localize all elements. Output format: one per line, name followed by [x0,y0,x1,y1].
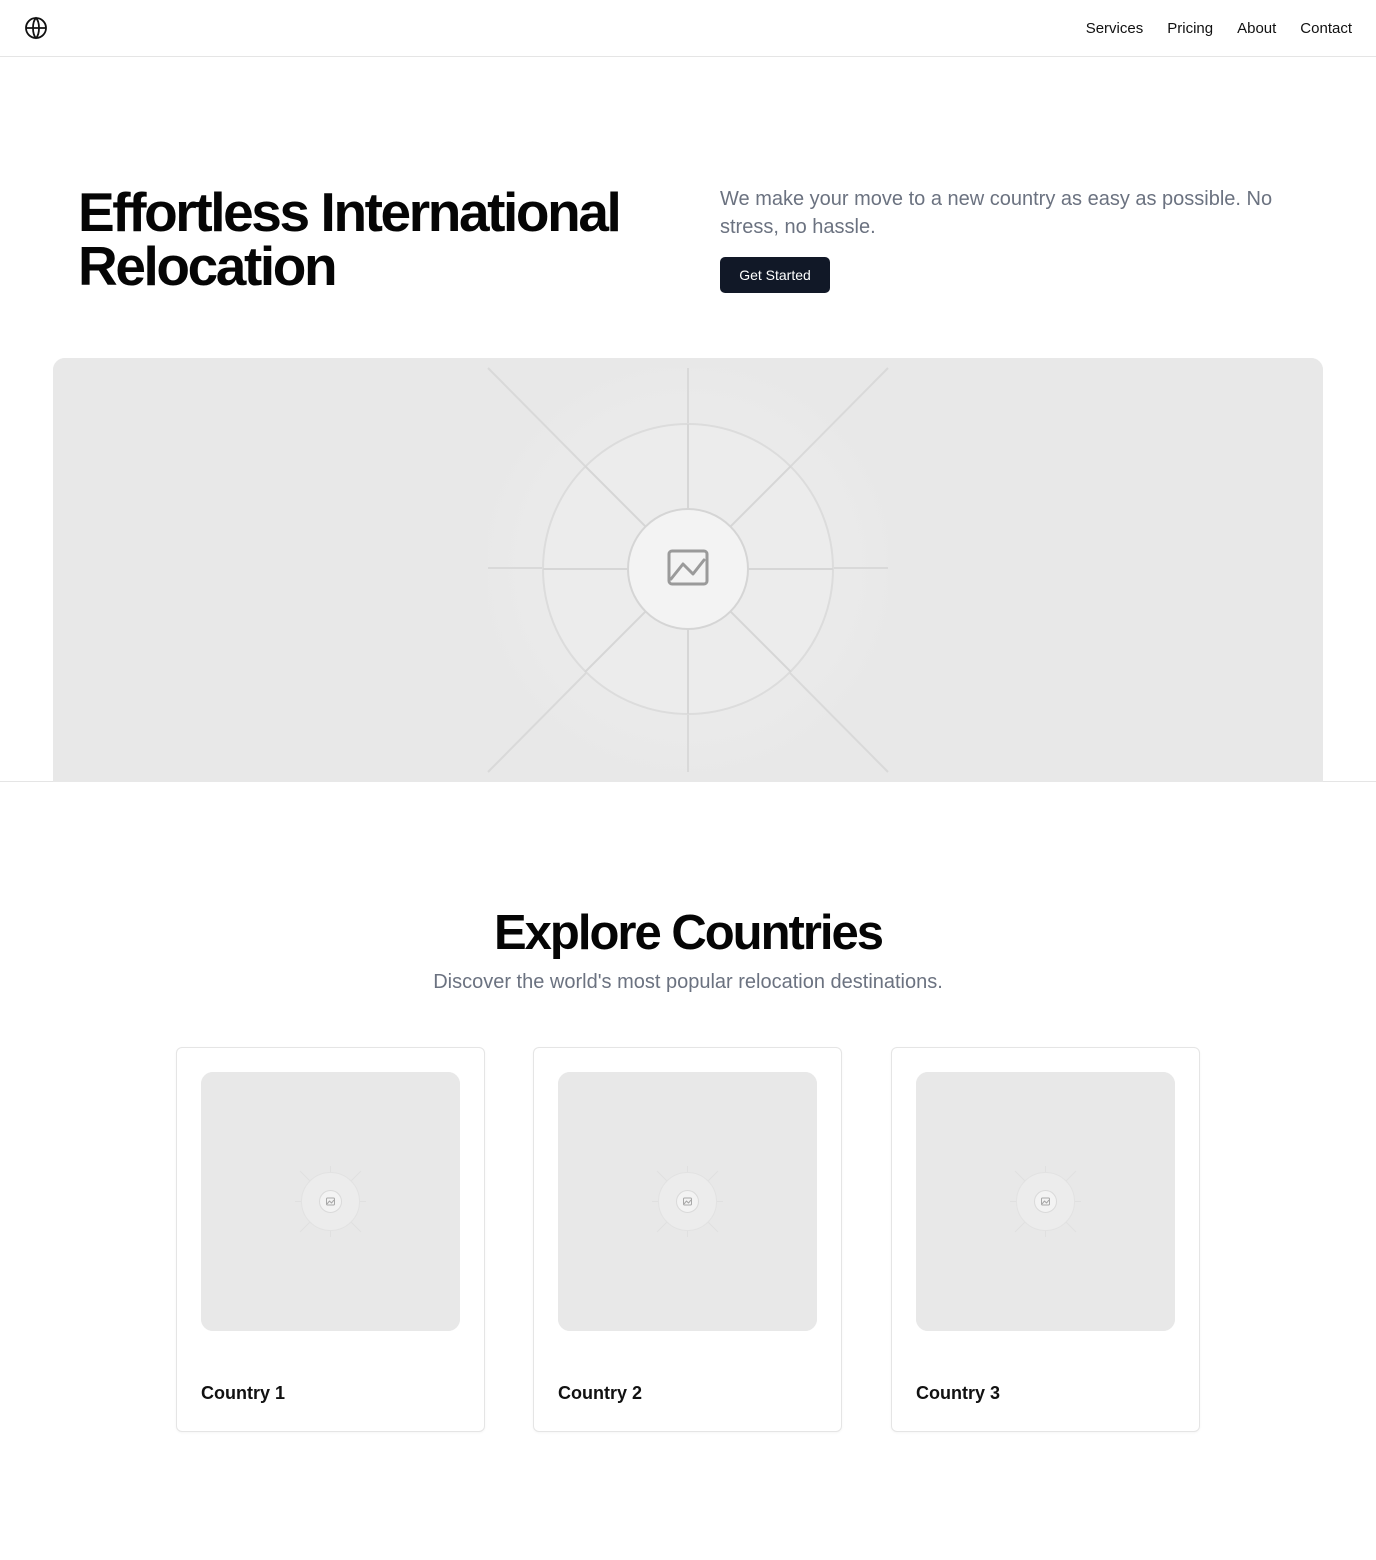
card-image-placeholder [201,1072,460,1331]
card-image-placeholder [916,1072,1175,1331]
card-title: Country 2 [558,1383,643,1403]
image-placeholder-icon [201,1072,460,1331]
card-title: Country 1 [201,1383,286,1403]
nav-services-link[interactable]: Services [1086,20,1144,37]
country-card[interactable]: Country 3 [891,1047,1200,1432]
globe-icon[interactable] [24,16,48,40]
country-card[interactable]: Country 1 [176,1047,485,1432]
hero-subtitle: We make your move to a new country as ea… [720,188,1273,238]
hero-title: Effortless International Relocation [78,181,622,297]
image-placeholder-icon [53,358,1323,782]
nav-pricing-link[interactable]: Pricing [1167,20,1213,37]
card-image-placeholder [558,1072,817,1331]
image-placeholder-icon [916,1072,1175,1331]
nav-about-link[interactable]: About [1237,20,1276,37]
card-title: Country 3 [916,1383,1001,1403]
country-card[interactable]: Country 2 [533,1047,842,1432]
site-header: Services Pricing About Contact [0,0,1376,57]
get-started-button[interactable]: Get Started [720,257,830,293]
image-placeholder-icon [558,1072,817,1331]
hero-section: Effortless International Relocation We m… [0,57,1376,782]
explore-subtitle: Discover the world's most popular reloca… [433,971,943,993]
main-nav: Services Pricing About Contact [1086,20,1352,37]
explore-title: Explore Countries [493,906,884,960]
hero-image-placeholder [53,358,1323,782]
nav-contact-link[interactable]: Contact [1300,20,1352,37]
